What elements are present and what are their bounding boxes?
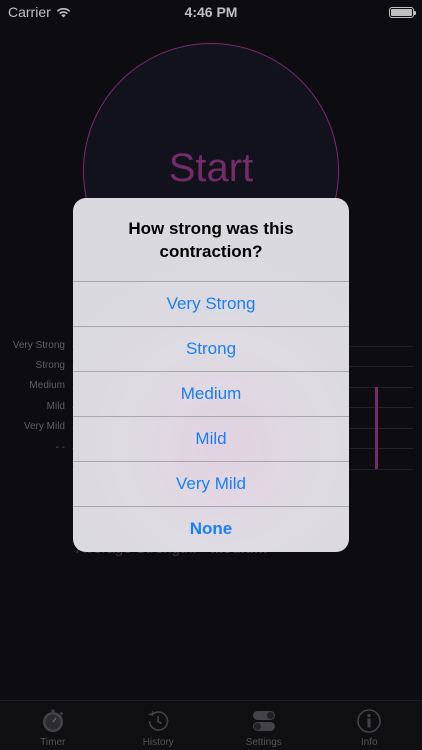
strength-alert: How strong was this contraction? Very St… — [73, 198, 349, 552]
option-strong-button[interactable]: Strong — [73, 326, 349, 371]
option-very-mild-button[interactable]: Very Mild — [73, 461, 349, 506]
option-mild-button[interactable]: Mild — [73, 416, 349, 461]
alert-title: How strong was this contraction? — [128, 218, 294, 261]
option-medium-button[interactable]: Medium — [73, 371, 349, 416]
option-none-button[interactable]: None — [73, 506, 349, 551]
option-very-strong-button[interactable]: Very Strong — [73, 281, 349, 326]
